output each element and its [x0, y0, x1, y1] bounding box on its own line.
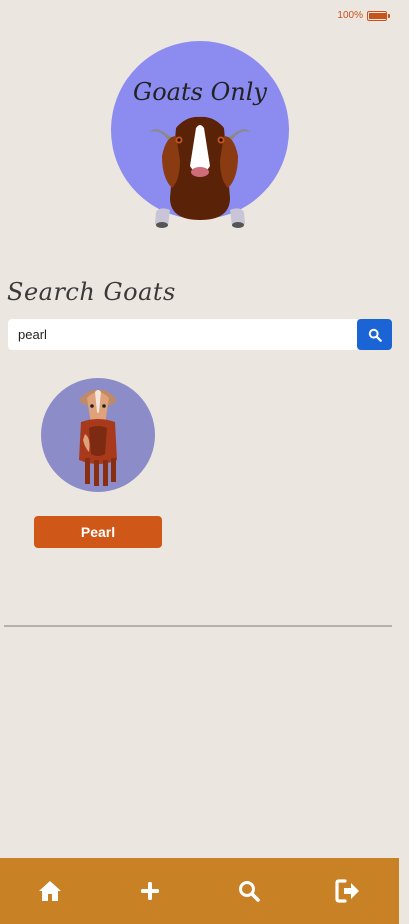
search-input[interactable] — [8, 319, 357, 350]
nav-sign-out[interactable] — [324, 866, 374, 916]
search-icon — [368, 328, 382, 342]
logo-text: Goats Only — [133, 78, 267, 106]
nav-search[interactable] — [224, 866, 274, 916]
plus-icon — [140, 882, 159, 900]
search-button[interactable] — [357, 319, 392, 350]
battery-percent: 100% — [337, 10, 363, 21]
home-icon — [38, 881, 61, 901]
goat-name-button[interactable]: Pearl — [34, 516, 162, 548]
status-bar: 100% — [337, 10, 390, 21]
goats-only-logo: Goats Only — [111, 41, 289, 228]
nav-add[interactable] — [125, 866, 175, 916]
divider — [4, 625, 392, 627]
search-heading: Search Goats — [7, 278, 176, 306]
search-icon — [239, 881, 261, 902]
search-bar — [8, 319, 392, 350]
sign-out-icon — [335, 879, 360, 903]
goat-avatar[interactable] — [41, 378, 155, 492]
bottom-nav — [0, 858, 399, 924]
battery-icon — [367, 10, 390, 21]
nav-home[interactable] — [25, 866, 75, 916]
